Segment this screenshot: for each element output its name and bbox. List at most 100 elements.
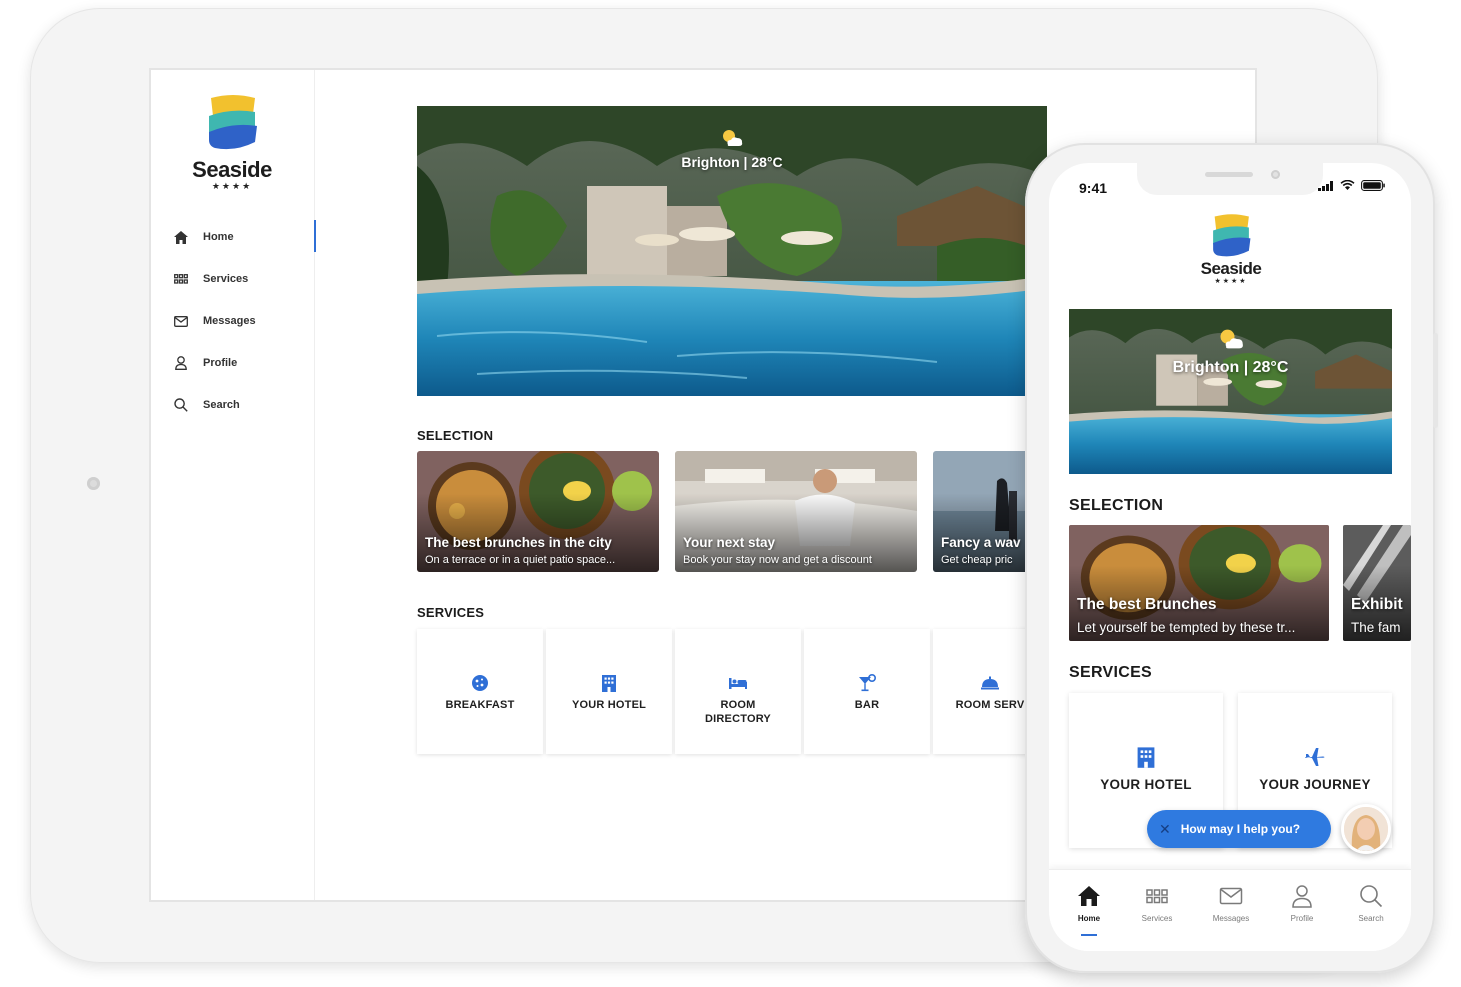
- selection-card-brunch[interactable]: The best brunches in the city On a terra…: [417, 451, 659, 572]
- sidebar-item-messages[interactable]: Messages: [151, 300, 315, 342]
- brand-name: Seaside: [1200, 259, 1262, 278]
- brand-name: Seaside: [192, 157, 272, 182]
- phone-side-button: [1433, 333, 1438, 428]
- hotel-icon: [1137, 747, 1155, 768]
- sidebar-item-label: Profile: [203, 357, 238, 369]
- phone-device: 9:41 Seaside ★★★★ Brighton | 28°C SELECT…: [1025, 143, 1438, 973]
- card-text: Your next stay Book your stay now and ge…: [683, 535, 911, 566]
- tablet-camera: [87, 477, 100, 490]
- tab-label: Home: [1077, 914, 1101, 923]
- bottom-tab-bar: Home Services Messages Profile Search: [1049, 869, 1411, 951]
- sidebar-item-home[interactable]: Home: [151, 216, 316, 258]
- card-title: The best Brunches: [1077, 596, 1217, 613]
- service-label: ROOM DIRECTORY: [705, 699, 771, 725]
- sidebar: Seaside ★★★★ Home Services Messages Prof…: [151, 70, 316, 900]
- tab-search[interactable]: Search: [1341, 884, 1401, 923]
- tab-messages[interactable]: Messages: [1201, 884, 1261, 923]
- card-subtitle: The fam: [1351, 620, 1401, 635]
- tab-services[interactable]: Services: [1127, 884, 1187, 923]
- weather-text: Brighton | 28°C: [681, 154, 783, 170]
- weather-text: Brighton | 28°C: [1172, 359, 1289, 376]
- selection-card-stay[interactable]: Your next stay Book your stay now and ge…: [675, 451, 917, 572]
- tab-home[interactable]: Home: [1059, 884, 1119, 936]
- hero-weather: Brighton | 28°C: [1069, 327, 1392, 377]
- card-text: Exhibit The fam: [1351, 596, 1405, 635]
- partly-cloudy-icon: [723, 130, 743, 146]
- phone-screen: 9:41 Seaside ★★★★ Brighton | 28°C SELECT…: [1049, 163, 1411, 951]
- sidebar-item-profile[interactable]: Profile: [151, 342, 315, 384]
- sidebar-item-label: Search: [203, 399, 240, 411]
- tab-profile[interactable]: Profile: [1272, 884, 1332, 923]
- service-label: BREAKFAST: [445, 699, 515, 711]
- sidebar-item-label: Services: [203, 273, 249, 285]
- home-icon: [1078, 886, 1100, 906]
- card-subtitle: Book your stay now and get a discount: [683, 554, 872, 566]
- card-text: The best Brunches Let yourself be tempte…: [1077, 596, 1323, 635]
- brand-logo[interactable]: Seaside ★★★★: [1196, 213, 1266, 285]
- grid-icon: [173, 271, 189, 287]
- mail-icon: [173, 313, 189, 329]
- status-time: 9:41: [1079, 180, 1108, 196]
- card-title: Your next stay: [683, 535, 776, 550]
- plane-icon: [1305, 748, 1325, 766]
- service-label: YOUR HOTEL: [1100, 777, 1192, 792]
- card-subtitle: On a terrace or in a quiet patio space..…: [425, 554, 616, 566]
- tab-label: Services: [1141, 914, 1173, 923]
- search-icon: [173, 397, 189, 413]
- tab-label: Messages: [1212, 914, 1250, 923]
- user-icon: [1292, 885, 1312, 908]
- services-title: SERVICES: [417, 605, 485, 620]
- cookie-icon: [472, 675, 488, 691]
- mail-icon: [1219, 887, 1243, 905]
- hotel-icon: [602, 675, 616, 692]
- selection-card-exhibit[interactable]: Exhibit The fam: [1343, 525, 1411, 641]
- brand-logo[interactable]: Seaside ★★★★: [191, 94, 273, 192]
- user-icon: [173, 355, 189, 371]
- assistant-avatar[interactable]: [1341, 804, 1391, 854]
- sidebar-item-services[interactable]: Services: [151, 258, 315, 300]
- sidebar-item-label: Messages: [203, 315, 256, 327]
- sidebar-item-label: Home: [203, 231, 234, 243]
- search-icon: [1360, 885, 1383, 908]
- chat-bubble[interactable]: ✕ How may I help you?: [1147, 810, 1331, 848]
- service-your-hotel[interactable]: YOUR HOTEL: [546, 629, 672, 754]
- signal-icon: [1318, 180, 1333, 191]
- battery-icon: [1361, 180, 1385, 191]
- services-title: SERVICES: [1069, 664, 1153, 681]
- service-room-directory[interactable]: ROOM DIRECTORY: [675, 629, 801, 754]
- seaside-logo-icon: [1213, 214, 1251, 257]
- hero-banner[interactable]: Brighton | 28°C: [417, 106, 1047, 396]
- sidebar-item-search[interactable]: Search: [151, 384, 315, 426]
- sidebar-nav: Home Services Messages Profile Search: [151, 216, 316, 426]
- service-label: YOUR JOURNEY: [1259, 777, 1371, 792]
- card-title: Exhibit: [1351, 596, 1403, 613]
- avatar-image: [1344, 807, 1388, 851]
- service-label: BAR: [854, 699, 880, 711]
- cocktail-icon: [859, 673, 877, 692]
- phone-notch: [1137, 163, 1323, 195]
- seaside-logo-icon: [209, 95, 257, 150]
- card-title: The best brunches in the city: [425, 535, 612, 550]
- partly-cloudy-icon: [1220, 329, 1243, 349]
- service-label: YOUR HOTEL: [571, 699, 647, 711]
- selection-title: SELECTION: [1069, 497, 1164, 514]
- chat-label: How may I help you?: [1180, 822, 1301, 836]
- close-icon[interactable]: ✕: [1159, 821, 1171, 838]
- wifi-icon: [1340, 180, 1355, 190]
- tab-label: Search: [1358, 914, 1384, 923]
- hero-banner[interactable]: Brighton | 28°C: [1069, 309, 1392, 474]
- cloche-icon: [981, 676, 999, 690]
- selection-title: SELECTION: [417, 428, 494, 443]
- selection-card-brunch[interactable]: The best Brunches Let yourself be tempte…: [1069, 525, 1329, 641]
- status-icons: [1318, 180, 1385, 191]
- bed-icon: [729, 678, 747, 689]
- hero-weather: Brighton | 28°C: [417, 128, 1047, 170]
- card-subtitle: Let yourself be tempted by these tr...: [1077, 620, 1296, 635]
- service-breakfast[interactable]: BREAKFAST: [417, 629, 543, 754]
- home-icon: [173, 229, 189, 245]
- tab-label: Profile: [1290, 914, 1314, 923]
- service-label: ROOM SERV: [955, 699, 1025, 711]
- card-text: The best brunches in the city On a terra…: [425, 535, 653, 566]
- grid-icon: [1146, 889, 1168, 904]
- service-bar[interactable]: BAR: [804, 629, 930, 754]
